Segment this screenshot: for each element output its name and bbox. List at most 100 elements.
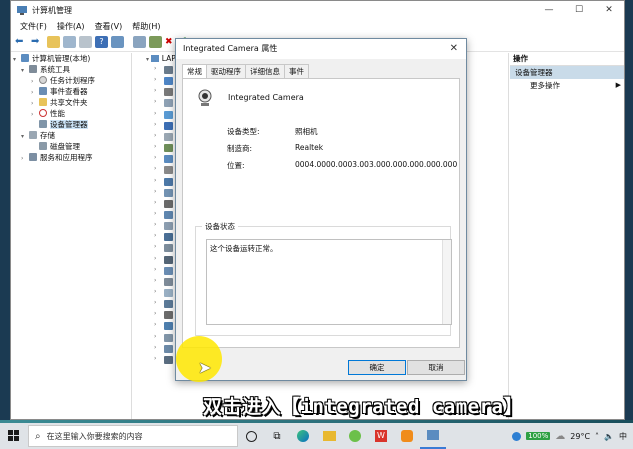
- device-category-icon[interactable]: [164, 99, 173, 108]
- action-more-actions[interactable]: 更多操作 ▶: [510, 79, 624, 92]
- tree-node-device-manager[interactable]: 设备管理器: [11, 119, 131, 130]
- device-category-icon[interactable]: [164, 144, 173, 153]
- ok-button[interactable]: 确定: [348, 360, 406, 375]
- chevron-right-icon[interactable]: ›: [154, 199, 156, 206]
- chevron-right-icon[interactable]: ›: [154, 277, 156, 284]
- chevron-right-icon[interactable]: ›: [154, 355, 156, 362]
- chevron-right-icon[interactable]: ›: [154, 243, 156, 250]
- minimize-button[interactable]: —: [534, 5, 564, 15]
- cortana-button[interactable]: [238, 423, 264, 449]
- tree-node-performance[interactable]: › 性能: [11, 108, 131, 119]
- volume-icon[interactable]: 🔈: [604, 432, 614, 441]
- chevron-right-icon[interactable]: ›: [154, 87, 156, 94]
- menu-action[interactable]: 操作(A): [52, 21, 90, 32]
- tree-node-disk-management[interactable]: 磁盘管理: [11, 141, 131, 152]
- chevron-right-icon[interactable]: ›: [154, 132, 156, 139]
- chevron-right-icon[interactable]: ›: [154, 344, 156, 351]
- battery-indicator[interactable]: 100%: [526, 432, 551, 440]
- device-category-icon[interactable]: [164, 88, 173, 97]
- device-category-icon[interactable]: [164, 177, 173, 186]
- chevron-right-icon[interactable]: ›: [154, 321, 156, 328]
- start-button[interactable]: [0, 423, 28, 449]
- device-category-icon[interactable]: [164, 244, 173, 253]
- device-category-icon[interactable]: [164, 322, 173, 331]
- tree-node-storage[interactable]: ▾ 存储: [11, 130, 131, 141]
- back-icon[interactable]: ⬅: [15, 36, 28, 48]
- tree-node-task-scheduler[interactable]: › 任务计划程序: [11, 75, 131, 86]
- device-category-icon[interactable]: [164, 277, 173, 286]
- chevron-right-icon[interactable]: ›: [154, 165, 156, 172]
- tree-node-shared-folders[interactable]: › 共享文件夹: [11, 97, 131, 108]
- device-category-icon[interactable]: [164, 233, 173, 242]
- chevron-up-icon[interactable]: ˄: [595, 432, 599, 441]
- device-category-icon[interactable]: [164, 210, 173, 219]
- chevron-right-icon[interactable]: ›: [154, 143, 156, 150]
- device-category-icon[interactable]: [164, 289, 173, 297]
- tab-general[interactable]: 常规: [182, 64, 207, 79]
- taskbar-wps[interactable]: W: [368, 423, 394, 449]
- dialog-close-button[interactable]: ✕: [450, 39, 458, 59]
- chevron-right-icon[interactable]: ›: [154, 333, 156, 340]
- device-category-icon[interactable]: [164, 77, 173, 86]
- scan-hardware-icon[interactable]: [133, 36, 146, 48]
- device-category-icon[interactable]: [164, 110, 173, 119]
- device-category-icon[interactable]: [164, 155, 173, 164]
- maximize-button[interactable]: ☐: [564, 5, 594, 15]
- chevron-right-icon[interactable]: ›: [154, 299, 156, 306]
- chevron-right-icon[interactable]: ›: [154, 98, 156, 105]
- temperature[interactable]: 29°C: [570, 432, 590, 441]
- taskbar-file-explorer[interactable]: [316, 423, 342, 449]
- device-category-icon[interactable]: [164, 355, 173, 364]
- device-category-icon[interactable]: [164, 333, 173, 342]
- taskbar-edge[interactable]: [290, 423, 316, 449]
- chevron-right-icon[interactable]: ›: [154, 188, 156, 195]
- device-category-icon[interactable]: [164, 121, 173, 130]
- device-tree-root[interactable]: ▾ LAP: [146, 54, 176, 63]
- chevron-right-icon[interactable]: ›: [154, 76, 156, 83]
- device-category-icon[interactable]: [164, 266, 173, 275]
- device-category-icon[interactable]: [164, 311, 173, 320]
- taskbar-search-box[interactable]: ⌕ 在这里输入你要搜索的内容: [28, 425, 238, 447]
- close-button[interactable]: ✕: [594, 5, 624, 15]
- chevron-right-icon[interactable]: ›: [154, 221, 156, 228]
- chevron-right-icon[interactable]: ›: [154, 310, 156, 317]
- tab-details[interactable]: 详细信息: [245, 64, 285, 78]
- tree-node-computer-management[interactable]: ▾ 计算机管理(本地): [11, 53, 131, 64]
- tab-driver[interactable]: 驱动程序: [206, 64, 246, 78]
- chevron-right-icon[interactable]: ›: [154, 177, 156, 184]
- menu-file[interactable]: 文件(F): [15, 21, 52, 32]
- device-category-icon[interactable]: [164, 132, 173, 141]
- menu-help[interactable]: 帮助(H): [127, 21, 165, 32]
- chevron-right-icon[interactable]: ›: [154, 255, 156, 262]
- device-category-icon[interactable]: [164, 300, 173, 309]
- action-device-manager[interactable]: 设备管理器: [510, 66, 624, 79]
- chevron-right-icon[interactable]: ›: [21, 153, 29, 164]
- tree-node-event-viewer[interactable]: › 事件查看器: [11, 86, 131, 97]
- device-category-icon[interactable]: [164, 199, 173, 208]
- forward-icon[interactable]: ➡: [31, 36, 44, 48]
- taskbar-app-green[interactable]: [342, 423, 368, 449]
- chevron-right-icon[interactable]: ›: [154, 65, 156, 72]
- taskbar-app-orange[interactable]: [394, 423, 420, 449]
- help-icon[interactable]: ?: [95, 36, 108, 48]
- chevron-right-icon[interactable]: ›: [154, 266, 156, 273]
- chevron-down-icon[interactable]: ▾: [146, 56, 149, 63]
- device-category-icon[interactable]: [164, 166, 173, 175]
- tree-node-services-apps[interactable]: › 服务和应用程序: [11, 152, 131, 163]
- task-view-button[interactable]: ⧉: [264, 423, 290, 449]
- show-action-pane-icon[interactable]: [111, 36, 124, 48]
- device-category-icon[interactable]: [164, 188, 173, 197]
- chevron-right-icon[interactable]: ›: [154, 232, 156, 239]
- chevron-right-icon[interactable]: ›: [154, 210, 156, 217]
- properties-icon[interactable]: [79, 36, 92, 48]
- menu-view[interactable]: 查看(V): [90, 21, 128, 32]
- up-folder-icon[interactable]: [47, 36, 60, 48]
- update-driver-icon[interactable]: [149, 36, 162, 48]
- tab-events[interactable]: 事件: [284, 64, 309, 78]
- show-tree-icon[interactable]: [63, 36, 76, 48]
- device-status-textbox[interactable]: 这个设备运转正常。: [206, 239, 452, 325]
- chevron-right-icon[interactable]: ›: [154, 121, 156, 128]
- chevron-right-icon[interactable]: ›: [154, 110, 156, 117]
- device-category-icon[interactable]: [164, 255, 173, 264]
- chevron-right-icon[interactable]: ›: [154, 154, 156, 161]
